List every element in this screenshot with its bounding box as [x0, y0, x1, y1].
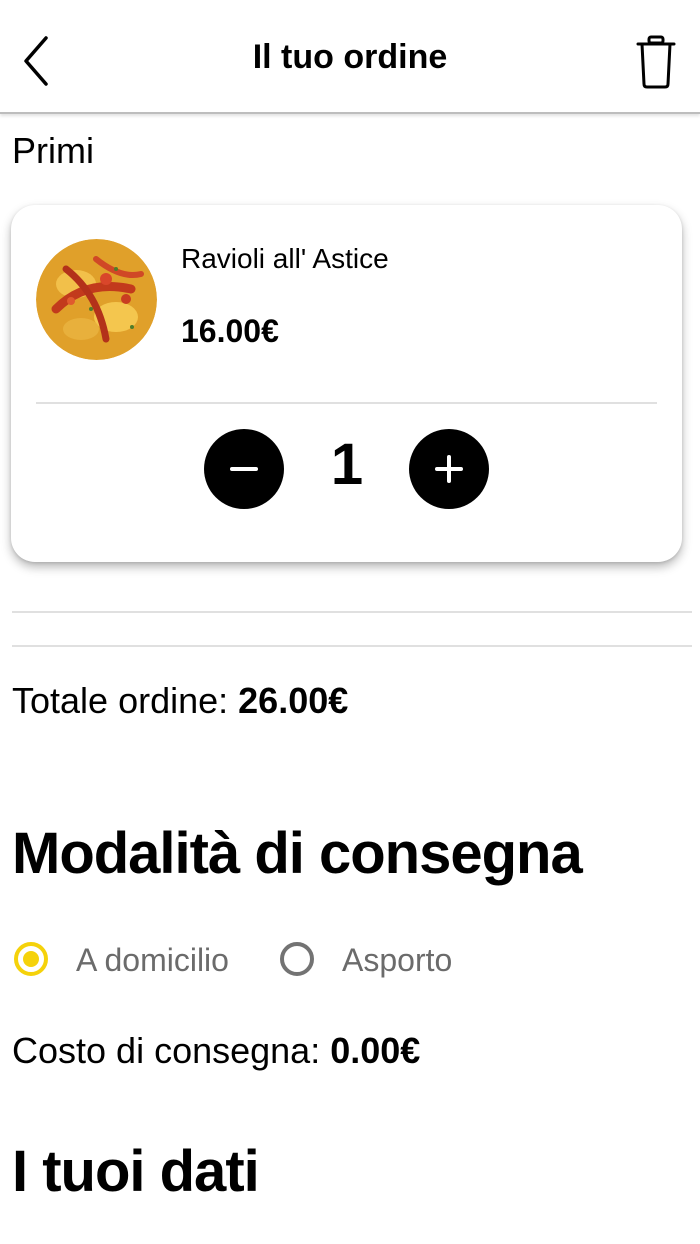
delivery-heading: Modalità di consegna — [12, 821, 583, 886]
delivery-cost: Costo di consegna: 0.00€ — [12, 1030, 420, 1072]
radio-selected-icon — [14, 942, 48, 976]
radio-label: A domicilio — [76, 942, 229, 978]
order-total-value: 26.00€ — [238, 680, 349, 721]
order-total: Totale ordine: 26.00€ — [12, 680, 348, 722]
category-label: Primi — [12, 130, 94, 171]
divider — [12, 645, 692, 647]
delivery-cost-label: Costo di consegna: — [12, 1030, 331, 1071]
order-item-card: Ravioli all' Astice 16.00€ 1 — [11, 205, 682, 562]
item-price: 16.00€ — [181, 313, 279, 349]
plus-icon — [435, 455, 463, 483]
radio-unselected-icon — [280, 942, 314, 976]
minus-icon — [230, 467, 258, 471]
delivery-cost-value: 0.00€ — [330, 1030, 421, 1071]
divider — [12, 611, 692, 613]
trash-icon — [636, 35, 676, 89]
quantity-value: 1 — [330, 432, 364, 497]
increase-quantity-button[interactable] — [409, 429, 489, 509]
radio-label: Asporto — [342, 942, 453, 978]
clear-order-button[interactable] — [632, 34, 680, 90]
app-header: Il tuo ordine — [0, 0, 700, 114]
radio-home-delivery[interactable]: A domicilio — [14, 940, 254, 984]
decrease-quantity-button[interactable] — [204, 429, 284, 509]
divider — [36, 402, 657, 404]
user-data-heading: I tuoi dati — [12, 1139, 260, 1204]
dish-photo — [36, 239, 157, 360]
item-name: Ravioli all' Astice — [181, 243, 389, 274]
page-title: Il tuo ordine — [252, 38, 448, 76]
radio-takeaway[interactable]: Asporto — [280, 940, 480, 984]
order-total-label: Totale ordine: — [12, 680, 239, 721]
